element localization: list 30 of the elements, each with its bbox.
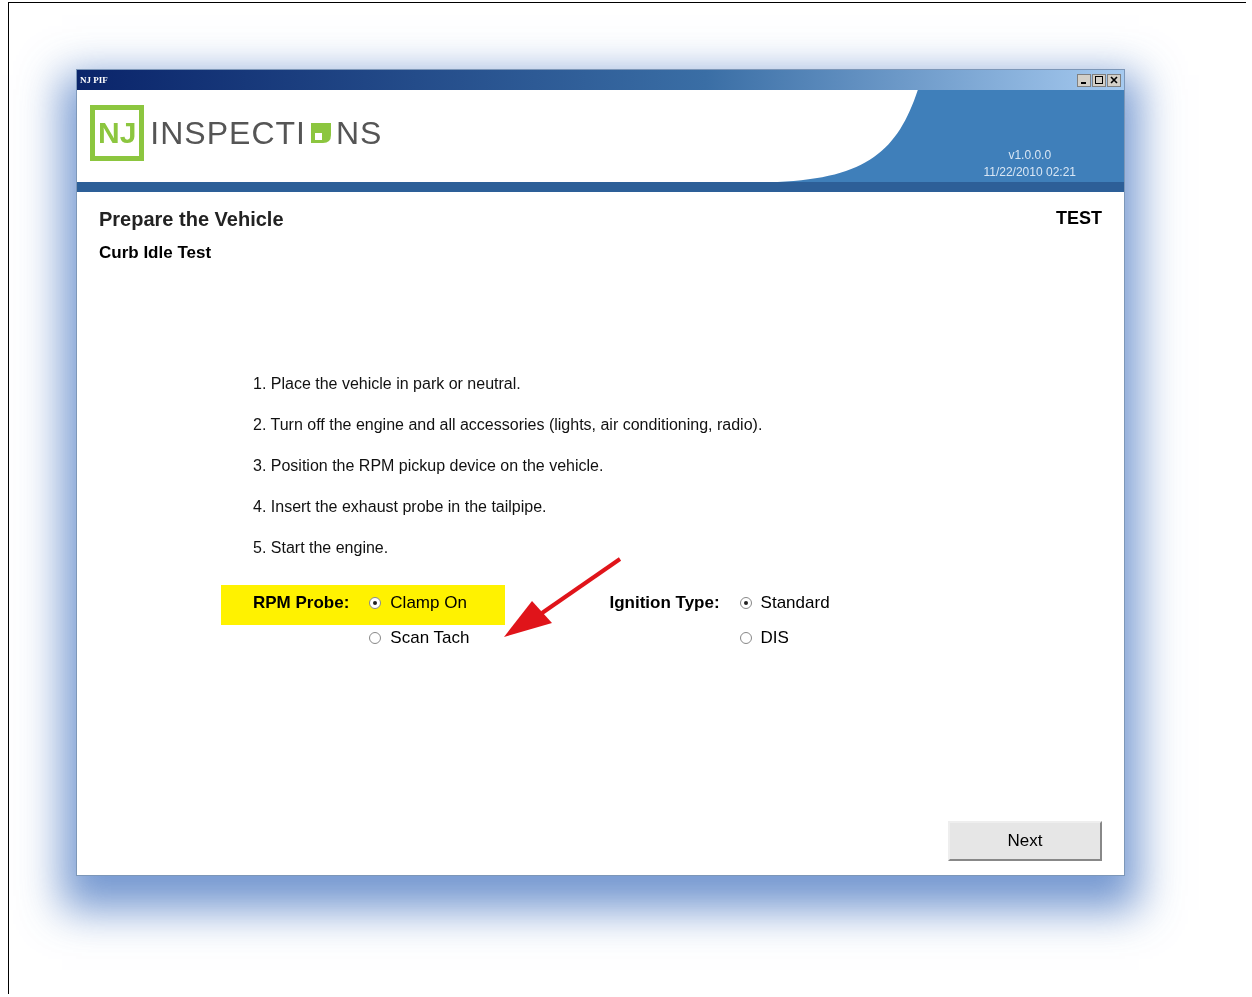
instruction-step: 3. Position the RPM pickup device on the vehicle.: [253, 457, 1102, 475]
radio-group-label: RPM Probe:: [253, 593, 350, 613]
radio-option[interactable]: Standard: [739, 593, 830, 613]
version-label: v1.0.0.0: [1008, 148, 1052, 162]
maximize-icon: [1095, 76, 1103, 84]
instruction-step: 5. Start the engine.: [253, 539, 1102, 557]
mode-label: TEST: [1056, 208, 1102, 230]
minimize-button[interactable]: [1077, 73, 1091, 87]
logo-box: NJ: [90, 105, 145, 161]
close-icon: [1110, 76, 1118, 84]
window-title: NJ PIF: [80, 75, 108, 85]
radio-button[interactable]: [739, 632, 752, 644]
leaf-icon: [308, 121, 333, 145]
maximize-button[interactable]: [1092, 73, 1106, 87]
timestamp-label: 11/22/2010 02:21: [983, 165, 1076, 179]
logo-text: NS: [335, 114, 383, 152]
instruction-step: 4. Insert the exhaust probe in the tailpipe.: [253, 498, 1102, 516]
close-button[interactable]: [1107, 73, 1121, 87]
radio-option[interactable]: Scan Tach: [369, 628, 470, 648]
radio-button[interactable]: [369, 632, 382, 644]
radio-option[interactable]: Clamp On: [369, 593, 470, 613]
logo-text: INSPECTI: [150, 114, 306, 152]
next-button[interactable]: Next: [948, 821, 1102, 861]
radio-option[interactable]: DIS: [739, 628, 830, 648]
page-subtitle: Curb Idle Test: [99, 243, 213, 263]
page-title: Prepare the Vehicle: [99, 208, 284, 231]
instruction-step: 2. Turn off the engine and all accessories (lights, air conditioning, radio).: [253, 416, 1102, 434]
instruction-step: 1. Place the vehicle in park or neutral.: [253, 375, 1102, 393]
radio-button[interactable]: [739, 597, 752, 609]
radio-group-label: Ignition Type:: [609, 593, 720, 613]
